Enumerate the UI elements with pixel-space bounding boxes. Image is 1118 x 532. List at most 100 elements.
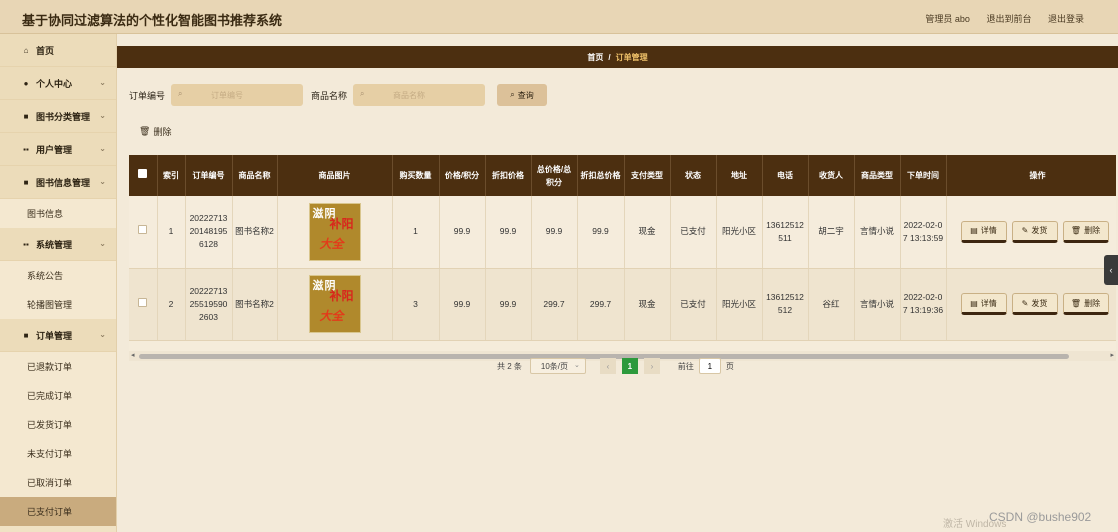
sidebar-item-users[interactable]: ▪▪ 用户管理 ⌄ xyxy=(0,133,116,166)
product-name-label: 商品名称 xyxy=(311,90,348,101)
book-icon: ■ xyxy=(23,330,29,340)
sidebar-item-home[interactable]: ⌂ 首页 xyxy=(0,34,116,67)
sidebar-sub-carousel[interactable]: 轮播图管理 xyxy=(0,290,116,319)
logout-link[interactable]: 退出登录 xyxy=(1048,14,1084,24)
next-page-button[interactable]: › xyxy=(643,358,660,374)
sidebar-item-book-category[interactable]: ■ 图书分类管理 ⌄ xyxy=(0,100,116,133)
home-icon: ⌂ xyxy=(23,45,29,55)
cell-status: 已支付 xyxy=(670,196,717,269)
chevron-down-icon: ⌄ xyxy=(99,111,106,120)
cell-price: 99.9 xyxy=(439,268,486,341)
product-name-field: ⌕ xyxy=(353,84,486,106)
detail-button[interactable]: ▤ 详情 xyxy=(960,293,1007,315)
cell-status: 已支付 xyxy=(670,268,717,341)
grid-icon: ▪▪ xyxy=(23,144,29,154)
breadcrumb: 首页 / 订单管理 xyxy=(117,46,1118,68)
orders-table: 索引 订单编号 商品名称 商品图片 购买数量 价格/积分 折扣价格 总价格/总积… xyxy=(129,155,1116,351)
sidebar-item-profile[interactable]: ● 个人中心 ⌄ xyxy=(0,67,116,100)
book-cover-image: 滋阴 补阳 大全 xyxy=(308,275,361,333)
front-link[interactable]: 退出到前台 xyxy=(986,14,1031,24)
book-cover-image: 滋阴 补阳 大全 xyxy=(308,202,361,261)
row-checkbox[interactable] xyxy=(138,225,148,235)
column-header: 支付类型 xyxy=(624,155,671,196)
edit-icon: ✎ xyxy=(1021,226,1029,236)
select-all-checkbox[interactable] xyxy=(138,169,148,178)
order-no-input[interactable] xyxy=(171,84,304,106)
cell-pay-type: 现金 xyxy=(624,196,671,269)
chevron-down-icon: ⌄ xyxy=(99,330,106,339)
goto-label: 前往 xyxy=(677,361,694,371)
side-collapse-tab[interactable]: ‹ xyxy=(1104,255,1118,285)
csdn-watermark: CSDN @bushe902 xyxy=(989,510,1092,524)
chevron-down-icon: ⌄ xyxy=(574,362,580,369)
page-number-current[interactable]: 1 xyxy=(621,358,638,374)
breadcrumb-separator: / xyxy=(608,52,611,62)
cell-receiver: 谷红 xyxy=(808,268,855,341)
goto-suffix: 页 xyxy=(725,361,734,371)
column-header: 商品类型 xyxy=(854,155,901,196)
cell-phone: 13612512512 xyxy=(762,268,809,341)
detail-button[interactable]: ▤ 详情 xyxy=(960,220,1007,243)
ship-button[interactable]: ✎ 发货 xyxy=(1011,220,1058,243)
sidebar-sub-unpaid[interactable]: 未支付订单 xyxy=(0,439,116,468)
pagination-total: 共 2 条 xyxy=(497,361,522,371)
cell-index: 1 xyxy=(157,196,186,269)
cell-product: 图书名称2 xyxy=(232,268,278,341)
cell-product: 图书名称2 xyxy=(232,196,278,269)
scroll-left-icon[interactable]: ◂ xyxy=(131,351,135,359)
pagination: 共 2 条 10条/页 ⌄ ‹ 1 › 前往 页 xyxy=(497,357,734,375)
column-header: 电话 xyxy=(762,155,809,196)
trash-icon: 🗑 xyxy=(1070,298,1082,308)
row-checkbox[interactable] xyxy=(138,297,148,307)
column-header: 状态 xyxy=(670,155,717,196)
goto-page-input[interactable] xyxy=(698,358,721,374)
column-header: 商品图片 xyxy=(277,155,393,196)
table-header-row: 索引 订单编号 商品名称 商品图片 购买数量 价格/积分 折扣价格 总价格/总积… xyxy=(129,155,1116,196)
batch-delete-label: 删除 xyxy=(153,127,172,137)
cell-total: 299.7 xyxy=(531,268,578,341)
column-header: 下单时间 xyxy=(900,155,947,196)
delete-button[interactable]: 🗑 删除 xyxy=(1062,220,1109,243)
top-bar: 基于协同过滤算法的个性化智能图书推荐系统 管理员 abo 退出到前台 退出登录 xyxy=(0,0,1118,34)
sidebar-item-book-info[interactable]: ■ 图书信息管理 ⌄ xyxy=(0,166,116,199)
sidebar-sub-shipped[interactable]: 已发货订单 xyxy=(0,410,116,439)
sidebar-item-system[interactable]: ▪▪ 系统管理 ⌄ xyxy=(0,228,116,261)
search-icon: ⌕ xyxy=(360,89,365,98)
cell-image: 滋阴 补阳 大全 xyxy=(277,268,393,341)
table-row: 1 2022271320148195 6128 图书名称2 滋阴 补阳 大全 1… xyxy=(129,196,1116,269)
column-header: 操作 xyxy=(946,155,1116,196)
order-no-field: ⌕ xyxy=(171,84,304,106)
column-header: 总价格/总积分 xyxy=(531,155,578,196)
chevron-down-icon: ⌄ xyxy=(99,144,106,153)
cell-phone: 13612512511 xyxy=(762,196,809,269)
document-icon: ▤ xyxy=(970,226,978,236)
ship-button[interactable]: ✎ 发货 xyxy=(1011,293,1058,315)
sidebar-sub-announcement[interactable]: 系统公告 xyxy=(0,261,116,290)
sidebar-sub-cancelled[interactable]: 已取消订单 xyxy=(0,468,116,497)
search-icon: ⌕ xyxy=(510,90,515,99)
cell-discount-price: 99.9 xyxy=(485,268,532,341)
sidebar-sub-book-info[interactable]: 图书信息 xyxy=(0,199,116,228)
query-button[interactable]: ⌕ 查询 xyxy=(497,84,548,106)
sidebar-sub-refunded[interactable]: 已退款订单 xyxy=(0,352,116,381)
prev-page-button[interactable]: ‹ xyxy=(599,358,616,374)
scroll-right-icon[interactable]: ▸ xyxy=(1110,351,1114,359)
sidebar-sub-paid[interactable]: 已支付订单 xyxy=(0,497,116,526)
select-all-checkbox-cell xyxy=(129,155,158,196)
delete-button[interactable]: 🗑 删除 xyxy=(1062,293,1109,315)
sidebar-sub-completed[interactable]: 已完成订单 xyxy=(0,381,116,410)
cell-image: 滋阴 补阳 大全 xyxy=(277,196,393,269)
app-title: 基于协同过滤算法的个性化智能图书推荐系统 xyxy=(22,13,283,28)
cell-actions: ▤ 详情 ✎ 发货 🗑 删除 xyxy=(946,268,1116,341)
chevron-down-icon: ⌄ xyxy=(99,78,106,87)
product-name-input[interactable] xyxy=(353,84,486,106)
sidebar-item-orders[interactable]: ■ 订单管理 ⌄ xyxy=(0,319,116,352)
cell-category: 言情小说 xyxy=(854,268,901,341)
goto-page: 前往 页 xyxy=(678,358,734,374)
document-icon: ▤ xyxy=(970,298,978,308)
book-icon: ■ xyxy=(23,177,29,187)
cell-category: 言情小说 xyxy=(854,196,901,269)
page-size-select[interactable]: 10条/页 ⌄ xyxy=(529,358,586,374)
batch-delete-button[interactable]: 🗑 删除 xyxy=(139,125,171,138)
breadcrumb-home[interactable]: 首页 xyxy=(587,52,603,63)
